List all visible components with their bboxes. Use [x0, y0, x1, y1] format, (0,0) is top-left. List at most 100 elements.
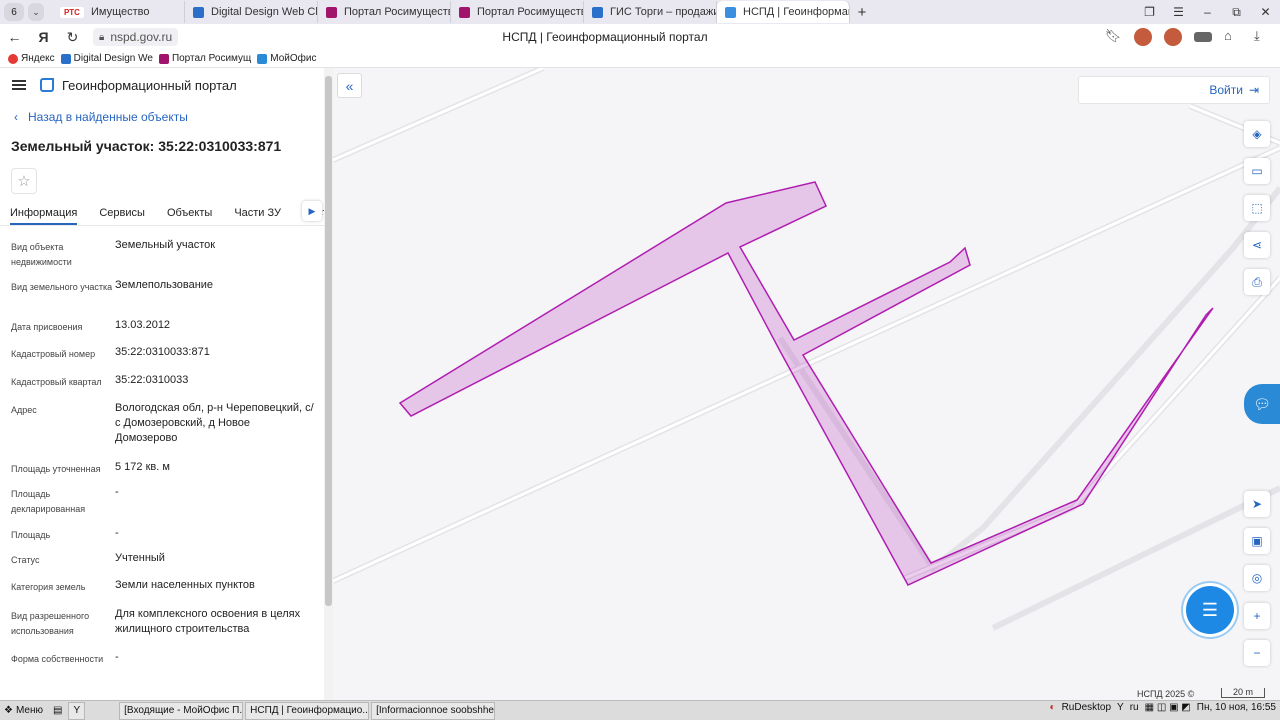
zoom-in-icon[interactable]: +	[1244, 603, 1270, 629]
attr-row: Вид разрешенного использования Для компле…	[11, 608, 301, 636]
attr-row: Вид земельного участка Землепользование	[11, 279, 214, 292]
task-document[interactable]: [Informacionnoe soobshhe...	[371, 701, 496, 720]
layers-icon[interactable]: ◈	[1244, 121, 1270, 147]
attr-row: Площадь декларированная -	[11, 486, 119, 514]
info-tabs: Информация Сервисы Объекты Части ЗУ Сост…	[0, 201, 324, 226]
task-mail[interactable]: [Входящие - МойОфис П...	[119, 701, 244, 720]
bookmark-icon[interactable]: 🔖︎	[1104, 28, 1122, 46]
reload-icon[interactable]: ↻	[58, 29, 87, 46]
browser-tab[interactable]: ГИС Торги – продажи гос	[584, 1, 717, 23]
tab-parts[interactable]: Части ЗУ	[234, 207, 281, 225]
support-chat-button[interactable]: ☰	[1186, 586, 1234, 634]
map-view[interactable]: « Войти ⇥ ◈ ▭ ⬚ ⋖ ⎙ 💬︎ ➤ ▣ ◎ + − ☰ НСПД …	[333, 68, 1280, 700]
browser-tab[interactable]: Портал Росимущества	[318, 1, 451, 23]
yandex-tray-icon[interactable]: Y	[1117, 702, 1124, 713]
bookmarks-bar: Яндекс Digital Design We Портал Росимущ …	[0, 50, 1280, 68]
attr-row: Вид объекта недвижимости Земельный участо…	[11, 239, 216, 267]
parcel-polygon[interactable]	[398, 181, 1214, 586]
tab-label: Имущество	[91, 6, 150, 18]
minimize-icon[interactable]: –	[1193, 5, 1222, 19]
collections-icon[interactable]: ❐	[1135, 5, 1164, 19]
lock-icon: 🔒︎	[99, 31, 105, 43]
login-button[interactable]: Войти ⇥	[1078, 76, 1270, 104]
profile-icon[interactable]: ⌂	[1224, 28, 1242, 46]
task-nspd[interactable]: НСПД | Геоинформацио...	[245, 701, 370, 720]
bookmark-myoffice[interactable]: МойОфис	[257, 53, 316, 64]
start-menu-icon: ❖	[4, 705, 13, 716]
yandex-icon[interactable]: Я	[29, 29, 58, 45]
browser-tab[interactable]: Портал Росимущества	[451, 1, 584, 23]
tabs-scroll-right-icon[interactable]: ▶	[302, 201, 322, 221]
rosim-favicon-icon	[326, 6, 337, 18]
share-icon[interactable]: ⋖	[1244, 232, 1270, 258]
extension-icon[interactable]	[1194, 32, 1212, 42]
road-line	[904, 276, 1280, 580]
tab-services[interactable]: Сервисы	[99, 207, 145, 225]
hamburger-menu-icon[interactable]	[12, 80, 26, 90]
tab-label: Портал Росимущества	[344, 6, 451, 18]
extension-icon[interactable]	[1134, 28, 1152, 46]
system-tray: ◐ RuDesktop Y ru ▦ ◫ ▣ ◩ Пн, 10 ноя, 16:…	[1050, 702, 1276, 713]
close-window-icon[interactable]: ✕	[1251, 5, 1280, 19]
portal-logo-icon	[40, 78, 54, 92]
panel-scrollbar[interactable]	[324, 68, 333, 700]
print-icon[interactable]: ⎙	[1244, 269, 1270, 295]
start-menu-button[interactable]: ❖ Меню	[0, 702, 47, 720]
bookmark-rosim[interactable]: Портал Росимущ	[158, 53, 251, 64]
tab-information[interactable]: Информация	[10, 207, 78, 225]
minimap-icon[interactable]: ▣	[1244, 528, 1270, 554]
extension-icon[interactable]	[1164, 28, 1182, 46]
map-canvas[interactable]	[333, 68, 1280, 700]
land-parcel-shape[interactable]	[398, 181, 1214, 586]
clock[interactable]: Пн, 10 ноя, 16:55	[1197, 702, 1276, 713]
tray-icons[interactable]: ▦ ◫ ▣ ◩	[1145, 702, 1191, 713]
browser-menu-icon[interactable]: ☰	[1164, 5, 1193, 19]
bookmark-yandex[interactable]: Яндекс	[8, 53, 55, 64]
file-manager-icon[interactable]: ▤	[49, 702, 66, 720]
tab-objects[interactable]: Объекты	[167, 207, 212, 225]
rudesktop-icon[interactable]: ◐	[1050, 702, 1056, 713]
browser-tab-active[interactable]: НСПД | Геоинформаци ✕	[717, 1, 850, 23]
digital-design-favicon-icon	[193, 6, 204, 18]
map-roads-inner	[333, 68, 1280, 583]
tab-count-badge[interactable]: 6	[4, 3, 24, 21]
back-arrow-icon[interactable]: ←	[0, 29, 29, 45]
browser-tab[interactable]: Digital Design Web Client	[185, 1, 318, 23]
browser-tab-bar: 6 ⌄ РТС Имущество Digital Design Web Cli…	[0, 0, 1280, 24]
restore-icon[interactable]: ⧉	[1222, 5, 1251, 20]
page-title: НСПД | Геоинформационный портал	[502, 30, 708, 44]
url-field[interactable]: 🔒︎ nspd.gov.ru	[93, 28, 179, 46]
tab-label: Портал Росимущества	[477, 6, 584, 18]
extensions-area: 🔖︎ ⌂ ⤓	[1104, 28, 1272, 46]
bookmark-digital-design[interactable]: Digital Design We	[60, 53, 153, 64]
road-line	[777, 186, 1280, 573]
os-taskbar: ❖ Меню ▤ Y [Входящие - МойОфис П... НСПД …	[0, 700, 1280, 720]
downloads-icon[interactable]: ⤓	[1254, 28, 1272, 46]
yandex-browser-task-icon[interactable]: Y	[68, 701, 86, 720]
ruler-icon[interactable]: ▭	[1244, 158, 1270, 184]
attr-row: Кадастровый квартал 35:22:0310033	[11, 374, 189, 387]
login-label: Войти	[1209, 83, 1243, 97]
scrollbar-thumb[interactable]	[325, 76, 332, 606]
tab-list-chevron-icon[interactable]: ⌄	[28, 3, 44, 21]
back-to-results-link[interactable]: ‹ Назад в найденные объекты	[0, 110, 324, 124]
navigate-icon[interactable]: ➤	[1244, 491, 1270, 517]
collapse-panel-icon[interactable]: «	[337, 73, 362, 98]
url-text: nspd.gov.ru	[110, 30, 173, 44]
back-link-label: Назад в найденные объекты	[28, 110, 188, 124]
keyboard-layout[interactable]: ru	[1130, 702, 1139, 713]
new-tab-plus-icon[interactable]: +	[850, 4, 874, 21]
favorite-star-icon[interactable]: ☆	[11, 168, 37, 194]
rosim-favicon-icon	[459, 6, 470, 18]
road-line	[903, 275, 1280, 581]
tab-label: ГИС Торги – продажи гос	[610, 6, 717, 18]
zoom-out-icon[interactable]: −	[1244, 640, 1270, 666]
address-bar: ← Я ↻ 🔒︎ nspd.gov.ru НСПД | Геоинформаци…	[0, 24, 1280, 50]
select-area-icon[interactable]: ⬚	[1244, 195, 1270, 221]
attr-row: Дата присвоения 13.03.2012	[11, 319, 171, 332]
chat-widget-icon[interactable]: 💬︎	[1244, 384, 1280, 424]
tab-label: НСПД | Геоинформаци	[743, 6, 850, 18]
browser-tab[interactable]: РТС Имущество	[52, 1, 185, 23]
rudesktop-label[interactable]: RuDesktop	[1062, 702, 1111, 713]
locate-icon[interactable]: ◎	[1244, 565, 1270, 591]
